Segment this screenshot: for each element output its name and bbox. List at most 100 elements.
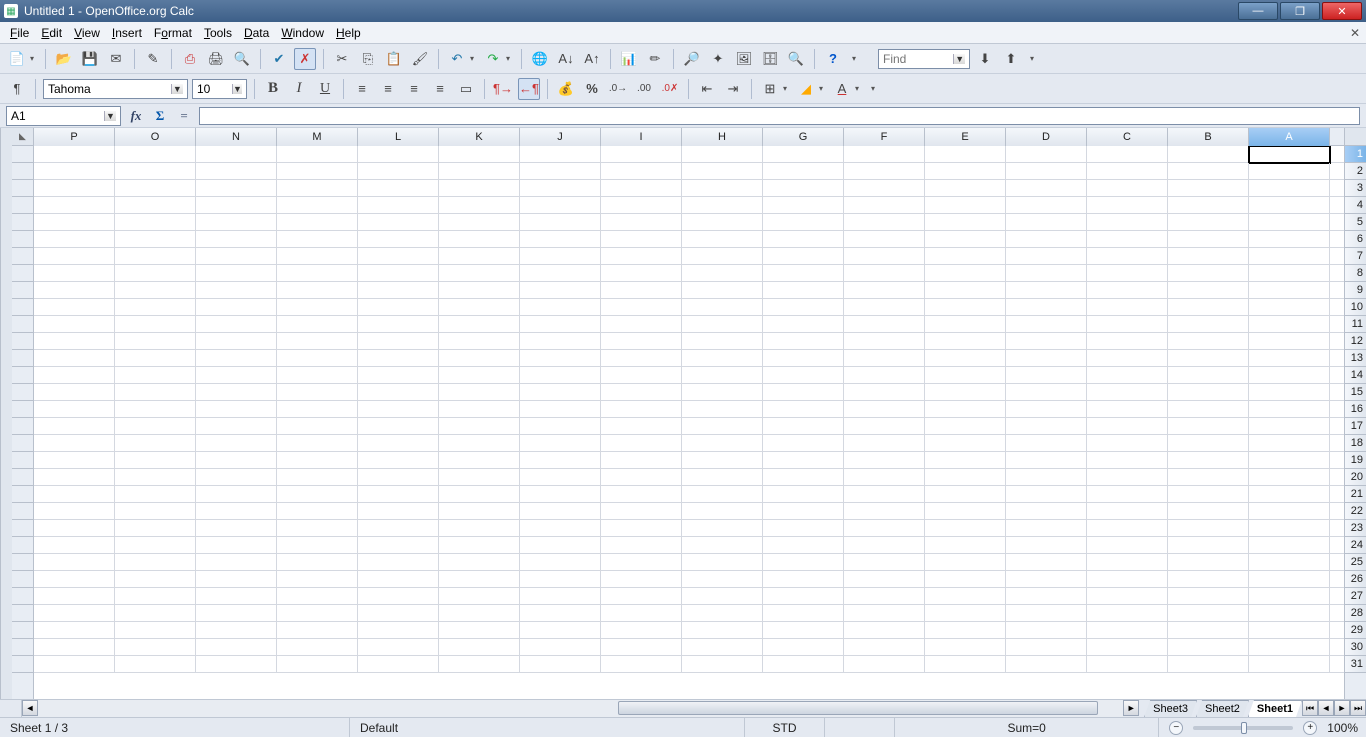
- toolbar-overflow[interactable]: ▾: [852, 54, 860, 63]
- cell-P13[interactable]: [34, 350, 115, 367]
- equals-icon[interactable]: =: [175, 107, 193, 125]
- cell-O31[interactable]: [115, 656, 196, 673]
- hscroll-track[interactable]: [38, 700, 1123, 717]
- currency-icon[interactable]: 💰: [555, 78, 577, 100]
- cell-A15[interactable]: [1249, 384, 1330, 401]
- row-header-19[interactable]: 19: [1345, 452, 1366, 469]
- cell-G1[interactable]: [763, 146, 844, 163]
- cell-P6[interactable]: [34, 231, 115, 248]
- cell-J13[interactable]: [520, 350, 601, 367]
- cell-E11[interactable]: [925, 316, 1006, 333]
- cell-C6[interactable]: [1087, 231, 1168, 248]
- find-toolbar-overflow[interactable]: ▾: [1030, 54, 1038, 63]
- cell-E8[interactable]: [925, 265, 1006, 282]
- status-mode[interactable]: STD: [745, 718, 825, 737]
- cell-N14[interactable]: [196, 367, 277, 384]
- cell-D31[interactable]: [1006, 656, 1087, 673]
- cell-F5[interactable]: [844, 214, 925, 231]
- font-size-input[interactable]: [197, 82, 228, 96]
- cell-E26[interactable]: [925, 571, 1006, 588]
- row-header-16[interactable]: 16: [1345, 401, 1366, 418]
- column-header-A[interactable]: A: [1249, 128, 1330, 146]
- cell-M15[interactable]: [277, 384, 358, 401]
- cell-F25[interactable]: [844, 554, 925, 571]
- cell-M22[interactable]: [277, 503, 358, 520]
- cell-G31[interactable]: [763, 656, 844, 673]
- cell-G16[interactable]: [763, 401, 844, 418]
- close-document-button[interactable]: ✕: [1350, 26, 1360, 40]
- cell-I22[interactable]: [601, 503, 682, 520]
- font-name-combo[interactable]: ▼: [43, 79, 188, 99]
- rtl-icon[interactable]: ←¶: [518, 78, 540, 100]
- cell-E27[interactable]: [925, 588, 1006, 605]
- cell-H30[interactable]: [682, 639, 763, 656]
- cell-M17[interactable]: [277, 418, 358, 435]
- row-header-29[interactable]: 29: [1345, 622, 1366, 639]
- cell-B28[interactable]: [1168, 605, 1249, 622]
- cell-M19[interactable]: [277, 452, 358, 469]
- font-color-icon[interactable]: A: [831, 78, 853, 100]
- cell-H1[interactable]: [682, 146, 763, 163]
- cell-L29[interactable]: [358, 622, 439, 639]
- bg-color-icon[interactable]: ◢: [795, 78, 817, 100]
- cell-P2[interactable]: [34, 163, 115, 180]
- cell-H21[interactable]: [682, 486, 763, 503]
- cell-G17[interactable]: [763, 418, 844, 435]
- cell-L25[interactable]: [358, 554, 439, 571]
- styles-icon[interactable]: ¶: [6, 78, 28, 100]
- cell-C20[interactable]: [1087, 469, 1168, 486]
- cell-D9[interactable]: [1006, 282, 1087, 299]
- column-header-N[interactable]: N: [196, 128, 277, 146]
- row-header-18[interactable]: 18: [1345, 435, 1366, 452]
- cell-N4[interactable]: [196, 197, 277, 214]
- cell-N12[interactable]: [196, 333, 277, 350]
- column-header-G[interactable]: G: [763, 128, 844, 146]
- cell-M12[interactable]: [277, 333, 358, 350]
- column-header-H[interactable]: H: [682, 128, 763, 146]
- cell-K21[interactable]: [439, 486, 520, 503]
- status-style[interactable]: Default: [350, 718, 745, 737]
- cell-C19[interactable]: [1087, 452, 1168, 469]
- cell-M20[interactable]: [277, 469, 358, 486]
- cell-B14[interactable]: [1168, 367, 1249, 384]
- find-next-icon[interactable]: ⬇: [974, 48, 996, 70]
- cell-M21[interactable]: [277, 486, 358, 503]
- row-header-1[interactable]: 1: [1345, 146, 1366, 163]
- cell-O19[interactable]: [115, 452, 196, 469]
- zoom-slider[interactable]: [1193, 726, 1293, 730]
- cell-K31[interactable]: [439, 656, 520, 673]
- cell-D11[interactable]: [1006, 316, 1087, 333]
- row-header-20[interactable]: 20: [1345, 469, 1366, 486]
- cell-C22[interactable]: [1087, 503, 1168, 520]
- cell-O25[interactable]: [115, 554, 196, 571]
- cell-L14[interactable]: [358, 367, 439, 384]
- cell-F29[interactable]: [844, 622, 925, 639]
- cell-N21[interactable]: [196, 486, 277, 503]
- cell-J8[interactable]: [520, 265, 601, 282]
- cell-P8[interactable]: [34, 265, 115, 282]
- cell-B12[interactable]: [1168, 333, 1249, 350]
- cell-A19[interactable]: [1249, 452, 1330, 469]
- cell-G8[interactable]: [763, 265, 844, 282]
- menu-file[interactable]: File: [4, 24, 35, 42]
- cell-L1[interactable]: [358, 146, 439, 163]
- decrease-indent-icon[interactable]: ⇤: [696, 78, 718, 100]
- menu-window[interactable]: Window: [275, 24, 330, 42]
- cell-B27[interactable]: [1168, 588, 1249, 605]
- cell-J26[interactable]: [520, 571, 601, 588]
- tab-prev-button[interactable]: ◄: [1318, 700, 1334, 716]
- cell-O8[interactable]: [115, 265, 196, 282]
- remove-decimal-icon[interactable]: .00: [633, 78, 655, 100]
- cell-C8[interactable]: [1087, 265, 1168, 282]
- cell-J17[interactable]: [520, 418, 601, 435]
- sum-icon[interactable]: Σ: [151, 107, 169, 125]
- cell-P19[interactable]: [34, 452, 115, 469]
- cell-G24[interactable]: [763, 537, 844, 554]
- cell-O6[interactable]: [115, 231, 196, 248]
- cell-N17[interactable]: [196, 418, 277, 435]
- column-header-M[interactable]: M: [277, 128, 358, 146]
- cell-A12[interactable]: [1249, 333, 1330, 350]
- cell-A17[interactable]: [1249, 418, 1330, 435]
- bold-button[interactable]: B: [262, 78, 284, 100]
- cell-I2[interactable]: [601, 163, 682, 180]
